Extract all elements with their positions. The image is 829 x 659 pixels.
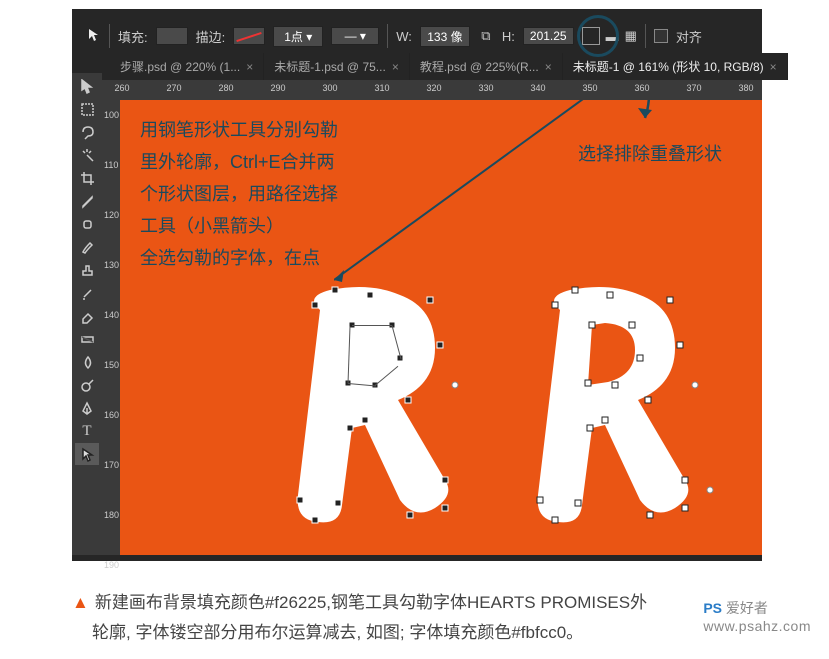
marquee-tool-icon[interactable] <box>75 98 99 120</box>
anchor-point[interactable] <box>667 297 674 304</box>
anchor-point[interactable] <box>552 517 559 524</box>
tab-untitled1[interactable]: 未标题-1.psd @ 75...× <box>264 53 410 80</box>
anchor-point[interactable] <box>347 425 354 432</box>
align-checkbox[interactable] <box>654 29 668 43</box>
anchor-point[interactable] <box>362 417 369 424</box>
separator <box>109 24 110 48</box>
move-tool-icon[interactable] <box>75 75 99 97</box>
anchor-point[interactable] <box>572 287 579 294</box>
h-label: H: <box>502 29 515 44</box>
separator <box>387 24 388 48</box>
blur-tool-icon[interactable] <box>75 351 99 373</box>
anchor-point[interactable] <box>587 425 594 432</box>
close-icon[interactable]: × <box>545 60 552 74</box>
link-icon[interactable]: ⧉ <box>478 28 494 44</box>
handle-point[interactable] <box>707 487 714 494</box>
anchor-point[interactable] <box>589 322 596 329</box>
fill-label: 填充: <box>118 27 148 46</box>
anchor-point[interactable] <box>437 342 444 349</box>
triangle-bullet-icon: ▲ <box>72 593 89 612</box>
ruler-horizontal: 260270280290300310320330340350360370380 <box>102 80 762 100</box>
ruler-vertical: 100110120130140150160170180190 <box>102 100 120 555</box>
anchor-point[interactable] <box>682 477 689 484</box>
align-label: 对齐 <box>676 27 702 46</box>
anchor-point[interactable] <box>407 512 414 519</box>
heal-tool-icon[interactable] <box>75 213 99 235</box>
annotation-text-2: 选择排除重叠形状 <box>578 140 722 166</box>
arrange-icon[interactable]: ▦ <box>625 28 637 44</box>
annotation-arrow <box>620 100 680 138</box>
watermark: PS 爱好者 www.psahz.com <box>703 598 811 634</box>
close-icon[interactable]: × <box>246 60 253 74</box>
anchor-point[interactable] <box>537 497 544 504</box>
anchor-point[interactable] <box>612 382 619 389</box>
caption-text: ▲新建画布背景填充颜色#f26225,钢笔工具勾勒字体HEARTS PROMIS… <box>72 588 809 648</box>
dodge-tool-icon[interactable] <box>75 374 99 396</box>
letter-r-right <box>510 270 710 550</box>
anchor-point[interactable] <box>647 512 654 519</box>
eraser-tool-icon[interactable] <box>75 305 99 327</box>
document-tabs: 步骤.psd @ 220% (1...× 未标题-1.psd @ 75...× … <box>110 53 762 80</box>
height-input[interactable]: 201.25 <box>523 27 574 45</box>
anchor-point[interactable] <box>677 342 684 349</box>
annotation-line <box>334 100 639 282</box>
tab-untitled-active[interactable]: 未标题-1 @ 161% (形状 10, RGB/8)× <box>563 53 788 80</box>
stroke-swatch[interactable] <box>233 27 265 45</box>
stroke-label: 描边: <box>196 27 226 46</box>
anchor-point[interactable] <box>297 497 304 504</box>
anchor-point[interactable] <box>312 302 319 309</box>
path-operations[interactable]: ▬ ▦ <box>582 27 637 45</box>
gradient-tool-icon[interactable] <box>75 328 99 350</box>
close-icon[interactable]: × <box>770 60 777 74</box>
anchor-point[interactable] <box>602 417 609 424</box>
anchor-point[interactable] <box>585 380 592 387</box>
anchor-point[interactable] <box>312 517 319 524</box>
combine-shapes-icon[interactable] <box>582 27 600 45</box>
history-brush-icon[interactable] <box>75 282 99 304</box>
letter-r-left <box>270 270 470 550</box>
tools-panel: T <box>72 73 102 555</box>
options-bar: 填充: 描边: 1点 ▾ — ▾ W: 133 像 ⧉ H: 201.25 ▬ … <box>87 20 762 52</box>
wand-tool-icon[interactable] <box>75 144 99 166</box>
path-select-icon <box>87 28 101 45</box>
stroke-style-input[interactable]: — ▾ <box>331 27 379 45</box>
anchor-point[interactable] <box>442 477 449 484</box>
pen-tool-icon[interactable] <box>75 397 99 419</box>
tab-tutorial[interactable]: 教程.psd @ 225%(R...× <box>410 53 563 80</box>
align-icon[interactable]: ▬ <box>606 29 619 44</box>
handle-point[interactable] <box>452 382 459 389</box>
path-select-tool-icon[interactable] <box>75 443 99 465</box>
lasso-tool-icon[interactable] <box>75 121 99 143</box>
stamp-tool-icon[interactable] <box>75 259 99 281</box>
separator <box>645 24 646 48</box>
anchor-point[interactable] <box>427 297 434 304</box>
path-segment <box>352 325 392 326</box>
anchor-point[interactable] <box>332 287 339 294</box>
crop-tool-icon[interactable] <box>75 167 99 189</box>
anchor-point[interactable] <box>607 292 614 299</box>
anchor-point[interactable] <box>405 397 412 404</box>
annotation-text-1: 用钢笔形状工具分别勾勒 里外轮廓，Ctrl+E合并两 个形状图层，用路径选择 工… <box>140 114 338 274</box>
anchor-point[interactable] <box>645 397 652 404</box>
anchor-point[interactable] <box>335 500 342 507</box>
anchor-point[interactable] <box>629 322 636 329</box>
w-label: W: <box>396 29 412 44</box>
stroke-width-input[interactable]: 1点 ▾ <box>273 26 323 47</box>
brush-tool-icon[interactable] <box>75 236 99 258</box>
tab-steps[interactable]: 步骤.psd @ 220% (1...× <box>110 53 264 80</box>
close-icon[interactable]: × <box>392 60 399 74</box>
eyedropper-tool-icon[interactable] <box>75 190 99 212</box>
anchor-point[interactable] <box>575 500 582 507</box>
photoshop-window: 填充: 描边: 1点 ▾ — ▾ W: 133 像 ⧉ H: 201.25 ▬ … <box>72 9 762 561</box>
width-input[interactable]: 133 像 <box>420 26 470 47</box>
anchor-point[interactable] <box>637 355 644 362</box>
anchor-point[interactable] <box>552 302 559 309</box>
fill-swatch[interactable] <box>156 27 188 45</box>
anchor-point[interactable] <box>682 505 689 512</box>
anchor-point[interactable] <box>367 292 374 299</box>
anchor-point[interactable] <box>442 505 449 512</box>
type-tool-icon[interactable]: T <box>75 420 99 442</box>
canvas[interactable]: 用钢笔形状工具分别勾勒 里外轮廓，Ctrl+E合并两 个形状图层，用路径选择 工… <box>120 100 762 555</box>
handle-point[interactable] <box>692 382 699 389</box>
